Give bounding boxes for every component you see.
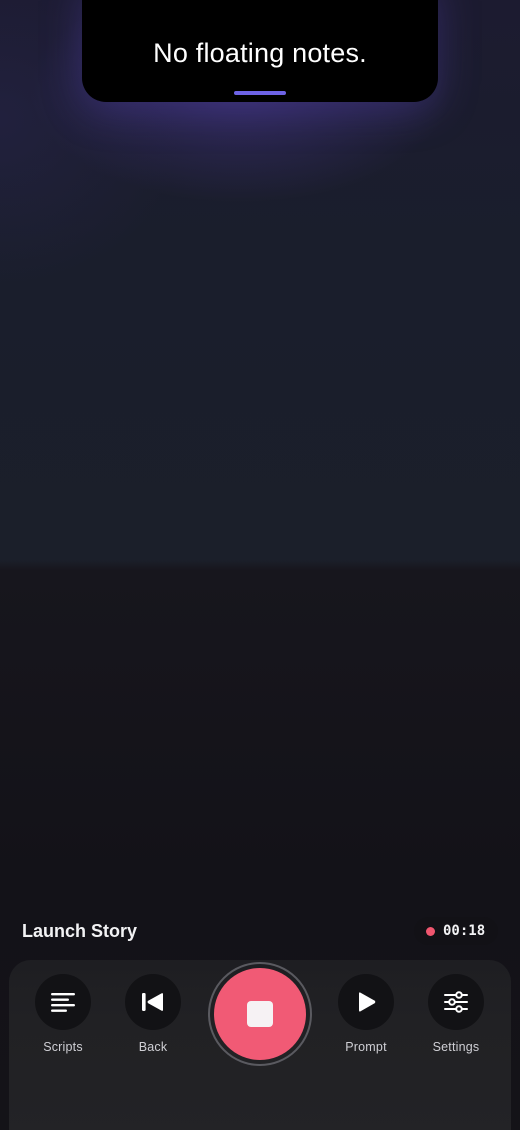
scripts-button-circle[interactable] (35, 974, 91, 1030)
back-button[interactable]: Back (118, 974, 188, 1054)
scripts-label: Scripts (43, 1040, 83, 1054)
stop-icon (247, 1001, 273, 1027)
prompt-button-circle[interactable] (338, 974, 394, 1030)
scripts-button[interactable]: Scripts (28, 974, 98, 1054)
back-button-circle[interactable] (125, 974, 181, 1030)
sliders-icon (444, 991, 468, 1013)
stop-recording-button[interactable] (214, 968, 306, 1060)
reading-position-indicator (234, 91, 286, 95)
settings-button-circle[interactable] (428, 974, 484, 1030)
story-title: Launch Story (22, 921, 138, 941)
play-icon (359, 992, 376, 1012)
skip-back-icon (142, 993, 163, 1011)
teleprompter-text: No floating notes. (153, 38, 367, 68)
settings-button[interactable]: Settings (421, 974, 491, 1054)
recording-timer: 00:18 (414, 917, 498, 945)
back-label: Back (138, 1040, 168, 1054)
prompt-label: Prompt (345, 1040, 387, 1054)
elapsed-time: 00:18 (443, 923, 486, 939)
settings-label: Settings (432, 1040, 480, 1054)
recording-dot-icon (426, 926, 435, 936)
teleprompter-overlay[interactable]: No floating notes. (82, 0, 438, 102)
list-lines-icon (51, 993, 75, 1012)
prompt-button[interactable]: Prompt (331, 974, 401, 1054)
